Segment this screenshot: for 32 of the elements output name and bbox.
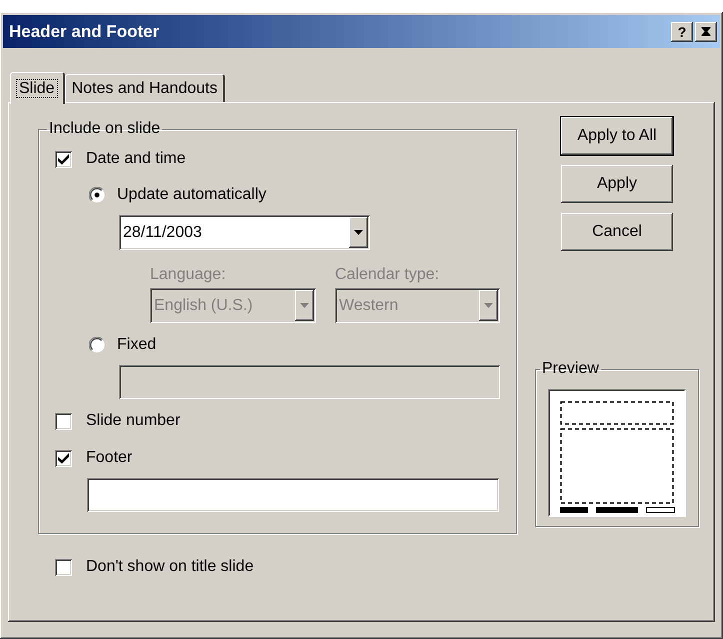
checkbox[interactable]: [55, 558, 72, 576]
checkbox-label: Date and time: [86, 149, 186, 169]
checkbox-label: Don't show on title slide: [86, 557, 254, 577]
checkbox[interactable]: [55, 450, 72, 466]
radio-button[interactable]: [89, 187, 105, 203]
dropdown-arrow-icon: [300, 303, 309, 308]
radio-label: Update automatically: [117, 185, 266, 205]
checkmark-icon: [58, 452, 69, 464]
dialog-button[interactable]: Cancel: [561, 213, 673, 251]
tab[interactable]: Slide: [10, 72, 65, 104]
close-button[interactable]: [695, 22, 717, 42]
close-icon: [701, 27, 711, 36]
group-title: Preview: [541, 359, 600, 379]
window-title: Header and Footer: [9, 20, 160, 43]
group-title: Include on slide: [48, 119, 162, 139]
checkbox-label: Slide number: [86, 411, 180, 431]
radio-label: Fixed: [117, 335, 156, 355]
field-label: Language:: [150, 266, 227, 284]
dialog-button[interactable]: Apply: [561, 165, 673, 203]
dropdown[interactable]: 28/11/2003: [119, 215, 370, 250]
dialog-button[interactable]: Apply to All: [561, 117, 673, 155]
checkmark-icon: [58, 154, 69, 164]
dropdown-arrow-icon: [354, 230, 363, 235]
tab[interactable]: Notes and Handouts: [64, 74, 226, 102]
field-label: Calendar type:: [335, 266, 440, 284]
checkbox[interactable]: [55, 150, 72, 168]
dropdown-arrow-icon: [484, 303, 493, 308]
checkbox[interactable]: [55, 412, 72, 430]
text-field[interactable]: [87, 478, 499, 512]
checkbox-label: Footer: [86, 448, 132, 468]
help-button[interactable]: ?: [671, 22, 693, 42]
radio-button[interactable]: [89, 337, 105, 353]
